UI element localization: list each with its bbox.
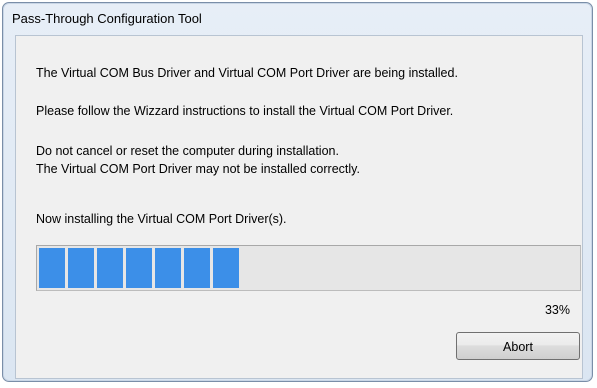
warning-message-line-1: Do not cancel or reset the computer duri… <box>36 144 339 158</box>
warning-message-line-2: The Virtual COM Port Driver may not be i… <box>36 162 360 176</box>
dialog-content: The Virtual COM Bus Driver and Virtual C… <box>15 35 583 379</box>
install-status-message: The Virtual COM Bus Driver and Virtual C… <box>36 66 458 80</box>
title-bar[interactable]: Pass-Through Configuration Tool <box>11 9 584 29</box>
progress-bar <box>36 245 581 291</box>
progress-bar-fill <box>39 248 241 288</box>
wizard-instruction-message: Please follow the Wizzard instructions t… <box>36 104 454 118</box>
progress-percent: 33% <box>544 303 570 317</box>
dialog-window: Pass-Through Configuration Tool The Virt… <box>2 2 593 382</box>
abort-button[interactable]: Abort <box>456 332 580 360</box>
window-title: Pass-Through Configuration Tool <box>12 11 202 26</box>
current-step-message: Now installing the Virtual COM Port Driv… <box>36 212 287 226</box>
